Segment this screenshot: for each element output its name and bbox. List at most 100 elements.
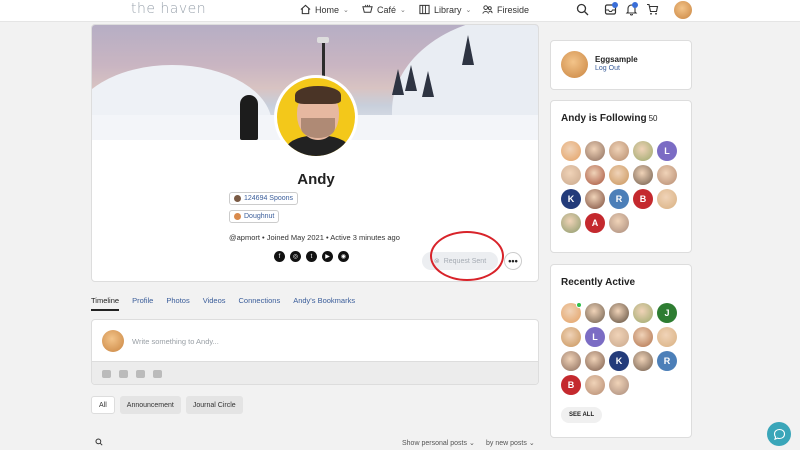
tab-profile[interactable]: Profile: [132, 296, 153, 311]
recent-avatar[interactable]: L: [585, 327, 605, 347]
recent-avatar[interactable]: [561, 302, 582, 323]
chat-button[interactable]: [767, 422, 791, 446]
following-avatar[interactable]: [633, 165, 653, 185]
following-title-text: Andy is Following: [561, 113, 647, 124]
cover-tree: [422, 71, 434, 97]
following-avatar[interactable]: [585, 165, 605, 185]
current-user-name[interactable]: Eggsample: [595, 55, 638, 64]
nav-home[interactable]: Home ⌄: [300, 4, 349, 15]
sort-by-dropdown[interactable]: by new posts ⌄: [486, 439, 535, 447]
spoons-badge[interactable]: 124694 Spoons: [229, 192, 299, 205]
search-icon[interactable]: [95, 438, 103, 446]
library-icon: [419, 4, 430, 15]
cover-lamp: [317, 37, 329, 43]
composer-avatar: [102, 330, 124, 352]
show-posts-dropdown[interactable]: Show personal posts ⌄: [402, 439, 475, 447]
recent-avatar[interactable]: J: [657, 303, 677, 323]
gif-icon[interactable]: [153, 370, 162, 378]
doughnut-badge[interactable]: Doughnut: [229, 210, 280, 223]
following-avatar[interactable]: K: [561, 189, 581, 209]
following-avatar[interactable]: [585, 141, 605, 161]
nav-library[interactable]: Library ⌄: [419, 4, 471, 15]
profile-avatar[interactable]: [274, 75, 358, 159]
recent-avatar[interactable]: [609, 375, 629, 395]
more-options-button[interactable]: •••: [504, 252, 522, 270]
cover-tree: [462, 35, 474, 65]
following-count: 50: [648, 114, 658, 123]
following-avatar[interactable]: [561, 213, 581, 233]
online-indicator: [576, 302, 582, 308]
recent-avatar[interactable]: [633, 303, 653, 323]
nav-cafe-label: Café: [377, 4, 397, 15]
following-avatar[interactable]: [633, 141, 653, 161]
following-avatar[interactable]: [609, 141, 629, 161]
avatar-beard: [301, 118, 335, 138]
twitter-icon[interactable]: t: [306, 251, 317, 262]
feed-filters: All Announcement Journal Circle: [91, 396, 243, 414]
tab-timeline[interactable]: Timeline: [91, 296, 120, 311]
profile-name: Andy: [297, 171, 335, 188]
recent-avatar[interactable]: [585, 351, 605, 371]
tab-photos[interactable]: Photos: [166, 296, 189, 311]
following-avatar[interactable]: [561, 165, 581, 185]
following-avatar[interactable]: [609, 165, 629, 185]
following-avatar[interactable]: [609, 213, 629, 233]
tab-connections[interactable]: Connections: [239, 296, 281, 311]
profile-meta: @apmort • Joined May 2021 • Active 3 min…: [229, 233, 400, 242]
following-avatar[interactable]: [657, 189, 677, 209]
recent-avatar[interactable]: [609, 303, 629, 323]
following-avatar[interactable]: R: [609, 189, 629, 209]
following-avatar[interactable]: [657, 165, 677, 185]
website-icon[interactable]: ◉: [338, 251, 349, 262]
spoons-label: 124694 Spoons: [244, 195, 294, 202]
site-logo[interactable]: the haven: [131, 1, 206, 17]
following-avatar-grid: L K RB A: [561, 141, 677, 233]
nav-fireside[interactable]: Fireside: [482, 4, 529, 15]
recent-avatar[interactable]: [585, 303, 605, 323]
filter-journal-circle[interactable]: Journal Circle: [185, 396, 243, 414]
search-icon[interactable]: [576, 3, 589, 16]
doughnut-icon: [234, 213, 241, 220]
following-avatar[interactable]: [585, 189, 605, 209]
chevron-down-icon: ⌄: [528, 440, 535, 447]
filter-announcement[interactable]: Announcement: [119, 396, 181, 414]
following-avatar[interactable]: [561, 141, 581, 161]
tab-videos[interactable]: Videos: [203, 296, 226, 311]
composer-input[interactable]: Write something to Andy...: [132, 337, 219, 346]
recent-avatar[interactable]: R: [657, 351, 677, 371]
profile-card: Andy 124694 Spoons Doughnut @apmort • Jo…: [91, 24, 539, 282]
logout-link[interactable]: Log Out: [595, 65, 620, 72]
recent-avatar[interactable]: [585, 375, 605, 395]
following-avatar[interactable]: L: [657, 141, 677, 161]
recent-avatar[interactable]: K: [609, 351, 629, 371]
camera-icon[interactable]: [102, 370, 111, 378]
instagram-icon[interactable]: ◎: [290, 251, 301, 262]
spoons-icon: [234, 195, 241, 202]
recent-avatar[interactable]: [561, 327, 581, 347]
chevron-down-icon: ⌄: [343, 6, 349, 14]
see-all-button[interactable]: SEE ALL: [561, 407, 603, 423]
inbox-badge: [612, 2, 618, 8]
recently-active-widget: Recently Active J LK R B SEE ALL: [550, 264, 692, 438]
profile-tabs: Timeline Profile Photos Videos Connectio…: [91, 296, 368, 311]
nav-cafe[interactable]: Café ⌄: [362, 4, 406, 15]
document-icon[interactable]: [136, 370, 145, 378]
filter-all[interactable]: All: [91, 396, 115, 414]
recent-avatar[interactable]: [657, 327, 677, 347]
youtube-icon[interactable]: ▶: [322, 251, 333, 262]
recent-avatar[interactable]: [633, 351, 653, 371]
video-icon[interactable]: [119, 370, 128, 378]
following-avatar[interactable]: B: [633, 189, 653, 209]
following-avatar[interactable]: A: [585, 213, 605, 233]
recent-avatar[interactable]: B: [561, 375, 581, 395]
recent-avatar[interactable]: [561, 351, 581, 371]
recent-avatar[interactable]: [633, 327, 653, 347]
tab-bookmarks[interactable]: Andy's Bookmarks: [293, 296, 355, 311]
recent-avatar[interactable]: [609, 327, 629, 347]
home-icon: [300, 4, 311, 15]
facebook-icon[interactable]: f: [274, 251, 285, 262]
chevron-down-icon: ⌄: [465, 6, 472, 14]
cart-icon[interactable]: [646, 3, 659, 16]
current-user-avatar[interactable]: [561, 51, 588, 78]
user-avatar[interactable]: [674, 1, 692, 19]
